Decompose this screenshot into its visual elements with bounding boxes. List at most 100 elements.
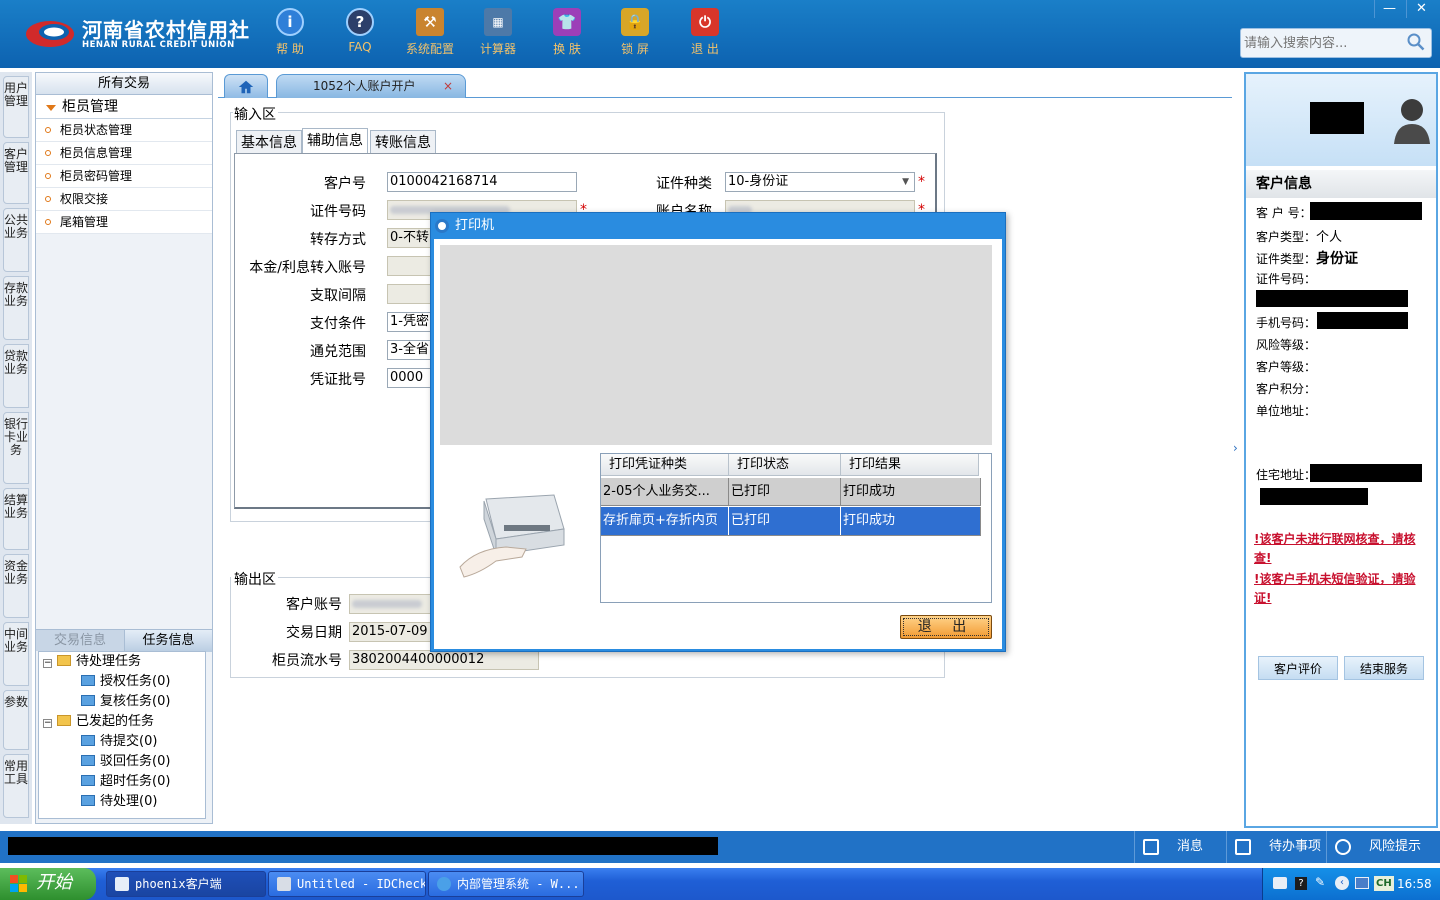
help-tray-icon[interactable]: ? [1295, 877, 1307, 890]
bullet-icon [45, 219, 51, 225]
vtab-params[interactable]: 参数 [3, 690, 29, 750]
vtab-intermediary[interactable]: 中间业务 [3, 622, 29, 686]
vtab-bankcard[interactable]: 银行卡业务 [3, 412, 29, 484]
end-service-button[interactable]: 结束服务 [1344, 656, 1424, 680]
interest-account-label: 本金/利息转入账号 [249, 260, 366, 276]
id-type-value: 身份证 [1316, 251, 1359, 267]
teller-serial-output: 3802004400000012 [349, 650, 539, 670]
messages-label: 消息 [1177, 839, 1204, 854]
interest-account-input[interactable] [387, 256, 432, 276]
exchange-range-select[interactable]: 3-全省 [387, 340, 432, 360]
tab-basic-info[interactable]: 基本信息 [236, 130, 302, 154]
table-row[interactable]: 2-05个人业务交... 已打印 打印成功 [601, 478, 981, 506]
tree-label: 超时任务(0) [100, 774, 171, 789]
help-button[interactable]: i 帮 助 [260, 8, 320, 60]
id-type-select[interactable]: 10-身份证 ▼ [725, 172, 915, 192]
warning-id-verify[interactable]: !该客户未进行联网核查，请核查! [1254, 530, 1432, 568]
tab-transfer-info[interactable]: 转账信息 [370, 130, 436, 154]
tab-aux-info[interactable]: 辅助信息 [302, 128, 368, 154]
expand-arrow-icon [46, 105, 56, 111]
tree-node-auth[interactable]: 授权任务(0) [81, 672, 170, 692]
tab-trade-info[interactable]: 交易信息 [36, 630, 124, 652]
taskbar-app-label: phoenix客户端 [135, 877, 222, 891]
menu-item-label: 柜员状态管理 [60, 123, 133, 137]
tree-node-initiated[interactable]: − 已发起的任务 [43, 712, 154, 732]
cell-voucher-type: 2-05个人业务交... [601, 478, 729, 506]
system-config-button[interactable]: ⚒ 系统配置 [400, 8, 460, 60]
messages-button[interactable]: 消息 [1134, 831, 1226, 863]
start-button[interactable]: 开始 [0, 868, 96, 900]
taskbar-app-idcheck[interactable]: Untitled - IDCheck [268, 871, 426, 897]
menu-item-cash-box[interactable]: 尾箱管理 [36, 211, 212, 234]
search-icon[interactable] [1407, 33, 1425, 51]
taskbar-app-ie[interactable]: 内部管理系统 - W... [428, 871, 584, 897]
customer-eval-button[interactable]: 客户评价 [1258, 656, 1338, 680]
bullet-icon [45, 150, 51, 156]
pay-condition-select[interactable]: 1-凭密 [387, 312, 432, 332]
dialog-title: 打印机 [455, 218, 495, 233]
vtab-user-mgmt[interactable]: 用户管理 [3, 76, 29, 138]
table-row-selected[interactable]: 存折扉页+存折内页 已打印 打印成功 [601, 507, 981, 536]
printer-icon [459, 494, 565, 578]
clock[interactable]: 16:58 [1397, 868, 1432, 900]
risk-alert-button[interactable]: 风险提示 [1326, 831, 1440, 863]
chevron-down-icon[interactable]: ▼ [902, 173, 909, 191]
menu-item-permission-handover[interactable]: 权限交接 [36, 188, 212, 211]
lock-screen-button[interactable]: 🔒 锁 屏 [605, 8, 665, 60]
col-print-status[interactable]: 打印状态 [729, 454, 841, 476]
customer-no-input[interactable]: 0100042168714 [387, 172, 577, 192]
taskbar-app-phoenix[interactable]: phoenix客户端 [106, 871, 266, 897]
system-tray: ? ✎ ‹ CH 16:58 [1262, 868, 1440, 900]
logo-mark-icon [26, 21, 74, 47]
menu-item-teller-status[interactable]: 柜员状态管理 [36, 119, 212, 142]
keyboard-icon[interactable] [1273, 877, 1287, 889]
col-print-result[interactable]: 打印结果 [841, 454, 979, 476]
redacted-value [1310, 464, 1422, 482]
tab-task-info[interactable]: 任务信息 [124, 630, 212, 652]
calculator-button[interactable]: ▦ 计算器 [468, 8, 528, 60]
skin-button[interactable]: 👕 换 肤 [537, 8, 597, 60]
vtab-settlement[interactable]: 结算业务 [3, 488, 29, 550]
voucher-batch-input[interactable]: 0000 [387, 368, 432, 388]
panel-collapse-handle[interactable]: › [1233, 428, 1241, 468]
vtab-customer-mgmt[interactable]: 客户管理 [3, 142, 29, 204]
input-method-icon[interactable]: CH [1374, 876, 1394, 891]
pen-tray-icon[interactable]: ✎ [1315, 874, 1325, 890]
tree-node-to-process[interactable]: 待处理(0) [81, 792, 157, 812]
tree-node-review[interactable]: 复核任务(0) [81, 692, 170, 712]
tree-node-timeout[interactable]: 超时任务(0) [81, 772, 170, 792]
redacted-photo [1310, 102, 1364, 134]
minimize-button[interactable]: — [1374, 0, 1404, 18]
transfer-mode-select[interactable]: 0-不转 [387, 228, 432, 248]
search-input[interactable] [1241, 29, 1401, 57]
teller-mgmt-group[interactable]: 柜员管理 [36, 95, 212, 119]
tree-node-pending[interactable]: − 待处理任务 [43, 652, 141, 672]
exit-button[interactable]: 退 出 [900, 615, 992, 639]
col-voucher-type[interactable]: 打印凭证种类 [601, 454, 729, 476]
close-window-button[interactable]: ✕ [1406, 0, 1436, 18]
collapse-icon[interactable]: − [43, 719, 52, 728]
menu-item-teller-password[interactable]: 柜员密码管理 [36, 165, 212, 188]
logout-button[interactable]: ⏻ 退 出 [675, 8, 735, 60]
tab-personal-account-open[interactable]: 1052个人账户开户 × [276, 74, 466, 98]
todo-button[interactable]: 待办事项 [1226, 831, 1326, 863]
collapse-icon[interactable]: − [43, 659, 52, 668]
tree-node-to-submit[interactable]: 待提交(0) [81, 732, 157, 752]
withdraw-interval-input[interactable] [387, 284, 432, 304]
vtab-tools[interactable]: 常用工具 [3, 754, 29, 818]
network-icon[interactable] [1355, 877, 1369, 889]
expand-tray-icon[interactable]: ‹ [1335, 876, 1349, 890]
all-trades-header[interactable]: 所有交易 [36, 73, 212, 95]
faq-button[interactable]: ? FAQ [330, 8, 390, 60]
home-tab[interactable] [224, 74, 268, 98]
menu-item-teller-info[interactable]: 柜员信息管理 [36, 142, 212, 165]
vtab-loan[interactable]: 贷款业务 [3, 344, 29, 408]
close-tab-icon[interactable]: × [443, 76, 453, 96]
vtab-funds[interactable]: 资金业务 [3, 554, 29, 618]
dialog-titlebar: 打印机 [431, 213, 1005, 239]
tree-node-rejected[interactable]: 驳回任务(0) [81, 752, 170, 772]
folder-icon [81, 695, 95, 706]
vtab-public-business[interactable]: 公共业务 [3, 208, 29, 272]
warning-sms-verify[interactable]: !该客户手机未短信验证，请验证! [1254, 570, 1432, 608]
vtab-deposit[interactable]: 存款业务 [3, 276, 29, 340]
